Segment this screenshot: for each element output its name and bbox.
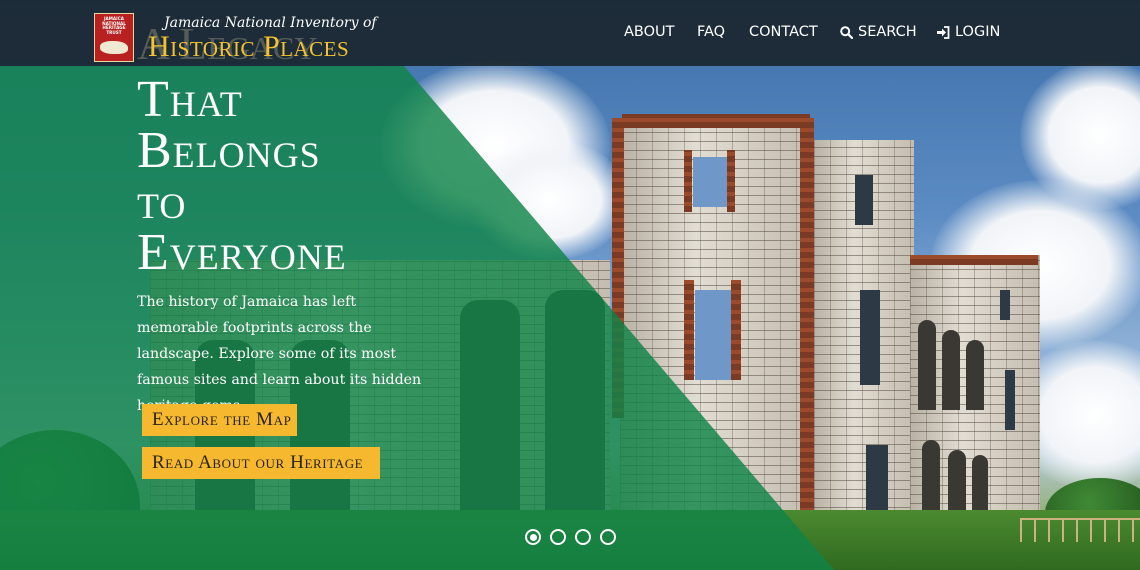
carousel-dot-3[interactable]	[575, 529, 591, 545]
nav-login[interactable]: LOGIN	[936, 22, 1000, 42]
nav-faq-label: FAQ	[697, 24, 726, 40]
hero-headline: That Belongs to Everyone	[137, 71, 457, 281]
nav-about[interactable]: ABOUT	[624, 22, 675, 42]
search-icon	[840, 25, 853, 39]
headline-line: to	[137, 173, 187, 230]
headline-line: Everyone	[137, 224, 347, 281]
nav-login-label: LOGIN	[955, 24, 1001, 40]
headline-line: That	[137, 71, 243, 128]
nav-search[interactable]: SEARCH	[840, 22, 917, 42]
nav-faq[interactable]: FAQ	[697, 22, 725, 42]
nav-contact-label: CONTACT	[749, 24, 818, 40]
main-nav: ABOUT FAQ CONTACT SEARCH LOGIN	[0, 22, 1140, 44]
nav-about-label: ABOUT	[624, 24, 675, 40]
read-heritage-button[interactable]: Read About our Heritage	[142, 447, 380, 479]
login-icon	[936, 25, 950, 39]
carousel-dot-2[interactable]	[550, 529, 566, 545]
carousel-dot-1[interactable]	[525, 529, 541, 545]
nav-search-label: SEARCH	[858, 24, 917, 40]
carousel-dot-4[interactable]	[600, 529, 616, 545]
headline-line: Belongs	[137, 122, 321, 179]
explore-map-button[interactable]: Explore the Map	[142, 404, 297, 436]
carousel-indicators	[525, 529, 616, 545]
nav-contact[interactable]: CONTACT	[749, 22, 818, 42]
top-navbar: A Legacy JAMAICA NATIONAL HERITAGE TRUST…	[0, 0, 1140, 67]
hero-description: The history of Jamaica has left memorabl…	[137, 294, 422, 414]
